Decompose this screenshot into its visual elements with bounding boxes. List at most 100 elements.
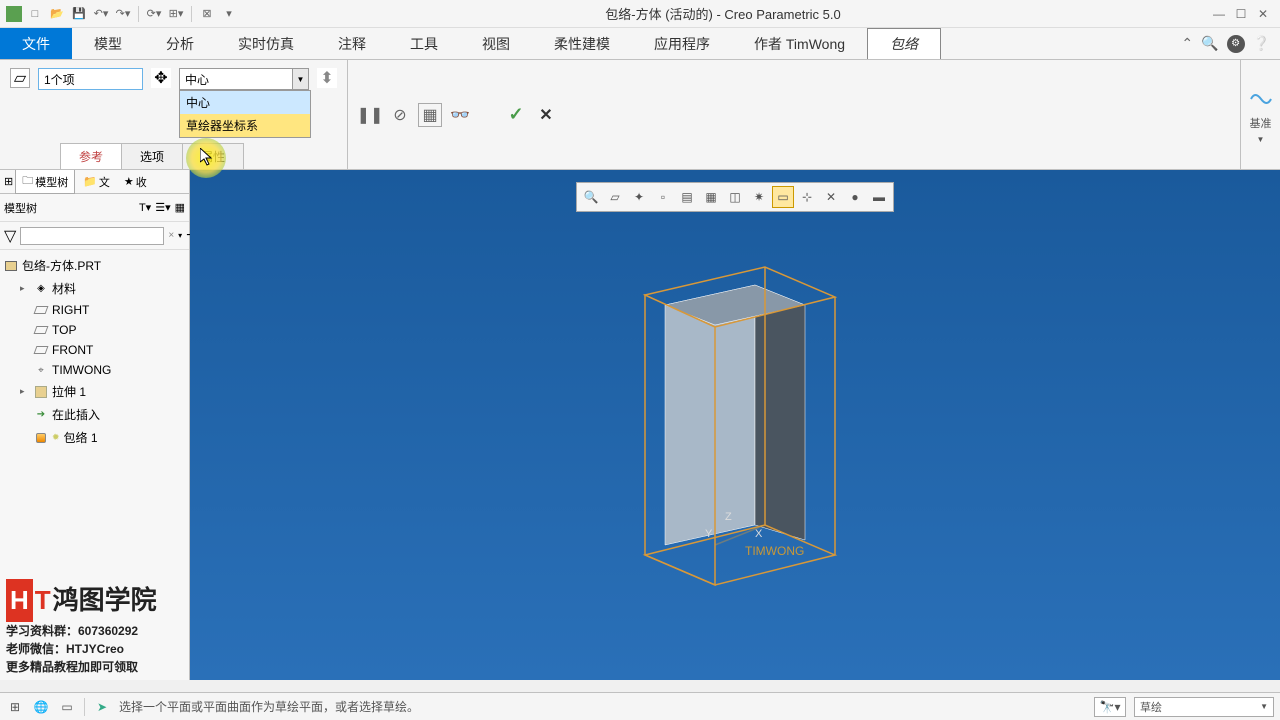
vt-spin-icon[interactable]: ✦ — [628, 186, 650, 208]
redo-icon[interactable]: ↷▾ — [114, 5, 132, 23]
menu-envelope[interactable]: 包络 — [867, 28, 941, 59]
menubar: 文件 模型 分析 实时仿真 注释 工具 视图 柔性建模 应用程序 作者 TimW… — [0, 28, 1280, 60]
menu-annotate[interactable]: 注释 — [316, 28, 388, 59]
axis-x-label: X — [755, 528, 763, 540]
side-tab-folder[interactable]: 📁文 — [77, 172, 116, 192]
collector-icon[interactable]: ▱ — [10, 68, 30, 88]
tree-material[interactable]: ▸◈材料 — [2, 277, 187, 300]
window-title: 包络-方体 (活动的) - Creo Parametric 5.0 — [244, 4, 1202, 23]
side-tab-model-tree[interactable]: 🗀模型树 — [15, 169, 75, 194]
target-icon[interactable]: ✥ — [151, 68, 171, 88]
new-icon[interactable]: □ — [26, 5, 44, 23]
tree-root[interactable]: 包络-方体.PRT — [2, 254, 187, 277]
st-grid-icon[interactable]: ⊞ — [6, 698, 24, 716]
menu-model[interactable]: 模型 — [72, 28, 144, 59]
menu-flex[interactable]: 柔性建模 — [532, 28, 632, 59]
minimize-button[interactable]: — — [1212, 7, 1226, 21]
csys-label: TIMWONG — [745, 544, 804, 558]
dropdown-icon[interactable]: ▾ — [220, 5, 238, 23]
tab-reference[interactable]: 参考 — [60, 143, 122, 169]
tree-insert-here[interactable]: ➔在此插入 — [2, 403, 187, 426]
selection-filter[interactable]: 草绘▼ — [1134, 697, 1274, 717]
vt-persp-icon[interactable]: ◫ — [724, 186, 746, 208]
csys-toggle-icon[interactable]: ⬍ — [317, 68, 337, 88]
combo-value: 中心 — [185, 71, 209, 88]
tree-show-icon[interactable]: ☰▾ — [155, 201, 170, 214]
tree-settings-icon[interactable]: T▾ — [139, 201, 151, 214]
open-icon[interactable]: 📂 — [48, 5, 66, 23]
help-icon[interactable]: ❔ — [1253, 35, 1270, 52]
st-msg-icon[interactable]: ▭ — [58, 698, 76, 716]
ok-button[interactable]: ✓ — [504, 103, 528, 127]
pause-icon[interactable]: ❚❚ — [358, 103, 382, 127]
find-button[interactable]: 🔭▾ — [1094, 697, 1126, 717]
ribbon-sub-tabs: 参考 选项 属性 — [60, 143, 243, 169]
menu-app[interactable]: 应用程序 — [632, 28, 732, 59]
tab-properties[interactable]: 属性 — [182, 143, 244, 169]
tree-envelope[interactable]: ✹包络 1 — [2, 426, 187, 449]
tree-front[interactable]: FRONT — [2, 340, 187, 360]
windows-icon[interactable]: ⊞▾ — [167, 5, 185, 23]
regen-icon[interactable]: ⟳▾ — [145, 5, 163, 23]
menu-tools[interactable]: 工具 — [388, 28, 460, 59]
datum-icon[interactable] — [1249, 87, 1273, 111]
st-3d-icon[interactable]: 🌐 — [32, 698, 50, 716]
combo-option-csys[interactable]: 草绘器坐标系 — [180, 114, 310, 137]
tree-right[interactable]: RIGHT — [2, 300, 187, 320]
tab-options[interactable]: 选项 — [121, 143, 183, 169]
menu-analysis[interactable]: 分析 — [144, 28, 216, 59]
vt-layers-icon[interactable]: ▤ — [676, 186, 698, 208]
filter-clear-icon[interactable]: × — [168, 230, 174, 241]
view-toolbar: 🔍 ▱ ✦ ▫ ▤ ▦ ◫ ✷ ▭ ⊹ ✕ ● ▬ — [576, 182, 894, 212]
graphics-canvas[interactable]: 🔍 ▱ ✦ ▫ ▤ ▦ ◫ ✷ ▭ ⊹ ✕ ● ▬ — [190, 170, 1280, 680]
close-window-icon[interactable]: ⊠ — [198, 5, 216, 23]
side-tab-fav[interactable]: ★收 — [118, 172, 153, 192]
vt-datum-icon[interactable]: ✷ — [748, 186, 770, 208]
search-icon[interactable]: 🔍 — [1201, 35, 1218, 52]
selection-collector[interactable]: 1个项 — [38, 68, 143, 90]
vt-axis-icon[interactable]: ⊹ — [796, 186, 818, 208]
undo-icon[interactable]: ↶▾ — [92, 5, 110, 23]
tree-extrude[interactable]: ▸拉伸 1 — [2, 380, 187, 403]
combo-dropdown: 中心 草绘器坐标系 — [179, 90, 311, 138]
st-select-icon[interactable]: ➤ — [93, 698, 111, 716]
vt-annot-icon[interactable]: ▭ — [772, 186, 794, 208]
vt-point-icon[interactable]: ✕ — [820, 186, 842, 208]
menu-view[interactable]: 视图 — [460, 28, 532, 59]
menu-author[interactable]: 作者 TimWong — [732, 28, 867, 59]
vt-csys-disp-icon[interactable]: ● — [844, 186, 866, 208]
model-3d: Z Y X TIMWONG — [605, 245, 865, 605]
vt-plane-disp-icon[interactable]: ▬ — [868, 186, 890, 208]
vt-saved-icon[interactable]: ▫ — [652, 186, 674, 208]
combo-option-center[interactable]: 中心 — [180, 91, 310, 114]
collapse-ribbon-icon[interactable]: ⌃ — [1181, 35, 1193, 52]
cancel-button[interactable]: ✕ — [534, 103, 558, 127]
verify-icon[interactable]: ▦ — [418, 103, 442, 127]
vt-style-icon[interactable]: ▦ — [700, 186, 722, 208]
datum-dropdown-icon[interactable]: ▼ — [1257, 135, 1265, 144]
settings-icon[interactable]: ⚙ — [1227, 35, 1245, 53]
titlebar: □ 📂 💾 ↶▾ ↷▾ ⟳▾ ⊞▾ ⊠ ▾ 包络-方体 (活动的) - Creo… — [0, 0, 1280, 28]
filter-input[interactable] — [20, 227, 164, 245]
save-icon[interactable]: 💾 — [70, 5, 88, 23]
tree-toggle-icon[interactable]: ⊞ — [4, 175, 13, 188]
glasses-icon[interactable]: 👓 — [448, 103, 472, 127]
vt-zoom-icon[interactable]: ▱ — [604, 186, 626, 208]
combo-dropdown-button[interactable]: ▼ — [292, 69, 308, 89]
close-button[interactable]: ✕ — [1256, 7, 1270, 21]
no-icon[interactable]: ⊘ — [388, 103, 412, 127]
app-icon[interactable] — [6, 6, 22, 22]
axis-y-label: Y — [705, 528, 713, 540]
center-combo[interactable]: 中心 ▼ 中心 草绘器坐标系 — [179, 68, 309, 90]
tree-display-icon[interactable]: ▦ — [175, 201, 185, 214]
maximize-button[interactable]: ☐ — [1234, 7, 1248, 21]
tree-csys[interactable]: ⌖TIMWONG — [2, 360, 187, 380]
filter-icon[interactable]: ▽ — [4, 226, 16, 246]
datum-label: 基准 — [1250, 115, 1272, 131]
ribbon: ▱ 1个项 ✥ 中心 ▼ 中心 草绘器坐标系 ⬍ ❚❚ ⊘ ▦ 👓 ✓ ✕ 参考… — [0, 60, 1280, 170]
filter-dropdown-icon[interactable]: ▾ — [178, 231, 182, 240]
menu-sim[interactable]: 实时仿真 — [216, 28, 316, 59]
tree-top[interactable]: TOP — [2, 320, 187, 340]
vt-refit-icon[interactable]: 🔍 — [580, 186, 602, 208]
menu-file[interactable]: 文件 — [0, 28, 72, 59]
